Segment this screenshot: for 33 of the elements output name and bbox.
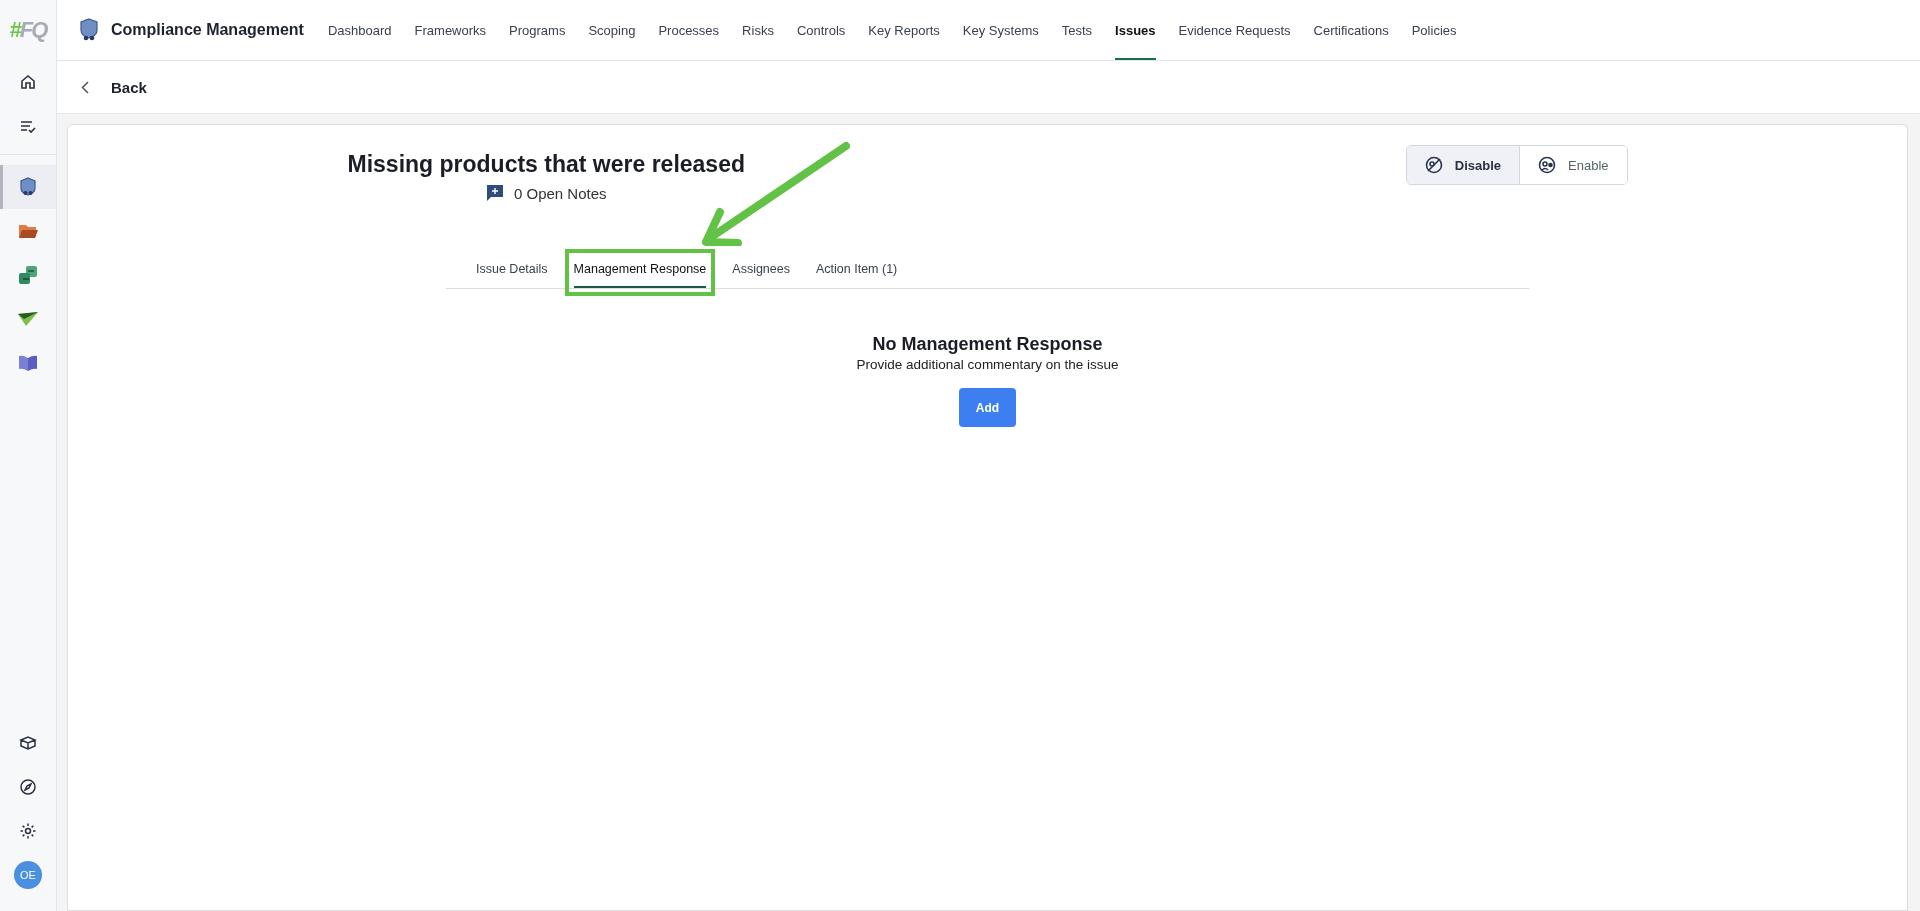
nav-tab[interactable]: Scoping — [588, 0, 636, 60]
shield-badge-icon[interactable] — [0, 165, 56, 209]
disable-button[interactable]: Disable — [1406, 146, 1519, 184]
shield-badge-icon — [79, 18, 99, 42]
empty-state-title: No Management Response — [872, 334, 1103, 355]
tab[interactable]: Action Item (1) — [816, 254, 898, 288]
empty-state-text: Provide additional commentary on the issue — [856, 357, 1119, 372]
enable-button[interactable]: Enable — [1519, 146, 1627, 184]
nav-tab[interactable]: Issues — [1115, 0, 1156, 60]
nav-tab[interactable]: Dashboard — [327, 0, 392, 60]
add-button[interactable]: Add — [959, 388, 1016, 427]
nav-tab[interactable]: Policies — [1411, 0, 1457, 60]
nav-tab[interactable]: Evidence Requests — [1178, 0, 1291, 60]
crossed-out-face-icon — [1424, 156, 1443, 174]
nav-tab[interactable]: Risks — [742, 0, 774, 60]
add-note-icon[interactable] — [485, 184, 504, 202]
nav-tab[interactable]: Key Reports — [868, 0, 940, 60]
issue-title: Missing products that were released — [347, 151, 745, 178]
nav-tab[interactable]: Controls — [796, 0, 846, 60]
nav-tab[interactable]: Processes — [658, 0, 720, 60]
back-link[interactable]: Back — [111, 78, 147, 96]
chevron-left-icon[interactable] — [81, 80, 89, 94]
app-title: Compliance Management — [111, 21, 304, 39]
tab[interactable]: Management Response — [573, 254, 707, 288]
open-notes-count[interactable]: 0 Open Notes — [513, 184, 607, 202]
tab[interactable]: Issue Details — [476, 254, 548, 288]
face-icon — [1538, 156, 1556, 174]
nav-tab[interactable]: Tests — [1061, 0, 1093, 60]
nav-tab[interactable]: Programs — [509, 0, 566, 60]
nav-tab[interactable]: Frameworks — [414, 0, 487, 60]
tab[interactable]: Assignees — [732, 254, 790, 288]
nav-tab[interactable]: Certifications — [1313, 0, 1389, 60]
nav-tab[interactable]: Key Systems — [962, 0, 1039, 60]
